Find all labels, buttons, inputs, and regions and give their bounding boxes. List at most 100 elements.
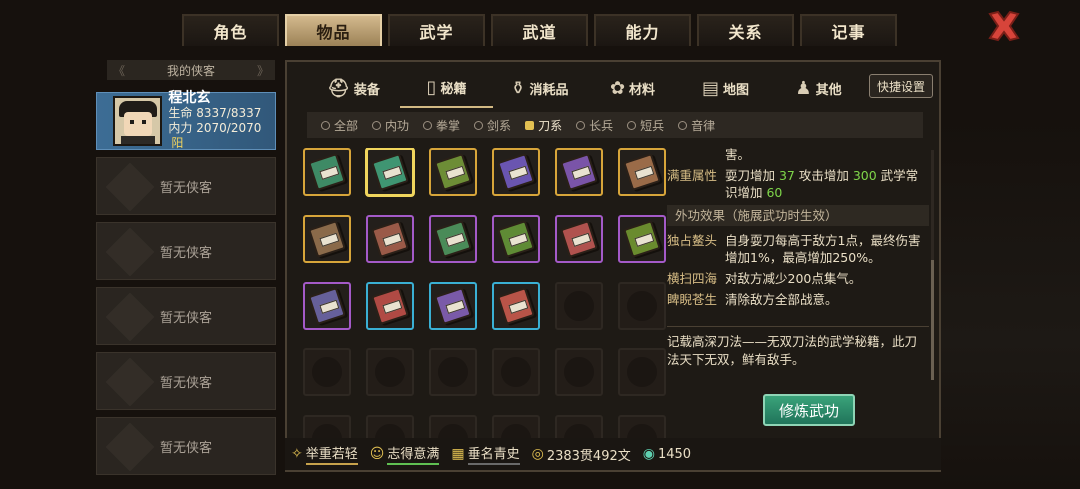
effect-text: 对敌方减少200点集气。 — [725, 271, 862, 286]
filter-neigong[interactable]: 内功 — [372, 117, 409, 134]
hero-card-empty[interactable]: 暂无侠客 — [96, 222, 276, 280]
manual-book-icon — [308, 286, 346, 325]
inventory-panel: ⛑ 装备 ▯ 秘籍 ⚱ 消耗品 ✿ 材料 ▤ 地图 ♟ 其他 快捷设置 全部 内功 拳掌 剑… — [285, 60, 941, 472]
hero-card-active[interactable]: 程北玄 生命 8337/8337 内力 2070/2070阳 — [96, 91, 276, 150]
practice-button[interactable]: 修炼武功 — [763, 394, 855, 426]
filter-short[interactable]: 短兵 — [627, 117, 664, 134]
manual-book-icon — [560, 219, 598, 258]
subtab-equipment[interactable]: ⛑ 装备 — [307, 68, 400, 108]
hero-mp: 内力 2070/2070 — [168, 121, 262, 135]
empty-slot — [618, 348, 666, 397]
item-slot[interactable] — [429, 148, 477, 196]
manual-book-icon — [560, 153, 598, 191]
gem-icon: ◉ — [642, 446, 655, 462]
manual-book-icon — [497, 286, 535, 325]
item-slot[interactable] — [492, 214, 540, 263]
subtab-materials[interactable]: ✿ 材料 — [586, 68, 679, 108]
item-slot[interactable] — [492, 148, 540, 196]
tab-items[interactable]: 物品 — [285, 14, 382, 46]
subtab-maps[interactable]: ▤ 地图 — [679, 68, 772, 108]
manual-book-icon — [434, 219, 472, 258]
filter-sword[interactable]: 剑系 — [474, 117, 511, 134]
item-slot[interactable] — [429, 281, 477, 330]
tab-relations[interactable]: 关系 — [697, 14, 794, 46]
status-gems: ◉ 1450 — [642, 446, 692, 462]
item-slot[interactable] — [492, 281, 540, 330]
hero-hp: 生命 8337/8337 — [168, 106, 262, 120]
tab-martial[interactable]: 武学 — [388, 14, 485, 46]
manual-book-icon — [308, 219, 346, 258]
filter-fist[interactable]: 拳掌 — [423, 117, 460, 134]
status-strength: ✧ 举重若轻 — [291, 443, 358, 465]
empty-slot — [555, 348, 603, 397]
equipment-icon: ⛑ — [327, 77, 350, 99]
manual-book-icon — [371, 286, 409, 325]
subtab-consumables[interactable]: ⚱ 消耗品 — [493, 68, 586, 108]
close-icon[interactable] — [984, 6, 1024, 46]
tab-journal[interactable]: 记事 — [800, 14, 897, 46]
full-attr-label: 满重属性 — [667, 168, 718, 183]
effect-section-title: 外功效果（施展武功时生效） — [667, 205, 929, 226]
effect-name: 独占鳌头 — [667, 233, 718, 248]
item-slot[interactable] — [429, 214, 477, 263]
status-bar: ✧ 举重若轻 ☺ 志得意满 ▦ 垂名青史 ◎ 2383贯492文 ◉ 1450 — [285, 438, 941, 470]
mood-icon: ☺ — [369, 446, 385, 462]
status-money: ◎ 2383贯492文 — [531, 446, 631, 464]
hero-card-empty[interactable]: 暂无侠客 — [96, 352, 276, 410]
strength-icon: ✧ — [291, 446, 303, 462]
item-slot[interactable] — [555, 148, 603, 196]
item-grid — [303, 148, 671, 468]
hero-card-empty[interactable]: 暂无侠客 — [96, 417, 276, 475]
empty-slot — [366, 348, 414, 397]
hero-card-empty[interactable]: 暂无侠客 — [96, 157, 276, 215]
coin-icon: ◎ — [531, 446, 544, 462]
effect-text: 自身耍刀每高于敌方1点，最终伤害增加1%，最高增加250%。 — [725, 233, 921, 265]
tab-role[interactable]: 角色 — [182, 14, 279, 46]
item-slot[interactable] — [366, 214, 414, 263]
filter-blade[interactable]: 刀系 — [525, 117, 562, 134]
empty-slot — [492, 348, 540, 397]
shortcut-settings-button[interactable]: 快捷设置 — [869, 74, 933, 98]
empty-slot — [429, 348, 477, 397]
material-icon: ✿ — [609, 77, 626, 99]
hero-list-header: 《 我的侠客 》 — [107, 60, 275, 80]
effect-name: 横扫四海 — [667, 271, 718, 286]
manual-book-icon — [623, 153, 661, 191]
empty-hero-label: 暂无侠客 — [159, 310, 212, 326]
empty-slot — [555, 281, 603, 330]
top-tab-bar: 角色 物品 武学 武道 能力 关系 记事 — [182, 14, 897, 46]
subtab-manuals[interactable]: ▯ 秘籍 — [400, 68, 493, 108]
item-slot[interactable] — [303, 281, 351, 330]
item-slot[interactable] — [618, 148, 666, 196]
manual-book-icon — [497, 219, 535, 258]
empty-hero-label: 暂无侠客 — [159, 180, 212, 196]
background-mountain — [940, 120, 1080, 489]
tab-ability[interactable]: 能力 — [594, 14, 691, 46]
manual-book-icon — [371, 153, 409, 191]
filter-all[interactable]: 全部 — [321, 117, 358, 134]
subtab-other[interactable]: ♟ 其他 — [772, 68, 865, 108]
empty-hero-label: 暂无侠客 — [159, 440, 212, 456]
manual-book-icon — [497, 153, 535, 191]
next-arrow-icon[interactable]: 》 — [257, 62, 269, 79]
item-slot[interactable] — [618, 214, 666, 263]
item-slot[interactable] — [366, 281, 414, 330]
prev-arrow-icon[interactable]: 《 — [113, 62, 125, 79]
item-slot[interactable] — [366, 148, 414, 196]
filter-music[interactable]: 音律 — [678, 117, 715, 134]
fame-icon: ▦ — [451, 446, 465, 462]
hero-card-empty[interactable]: 暂无侠客 — [96, 287, 276, 345]
filter-polearm[interactable]: 长兵 — [576, 117, 613, 134]
item-slot[interactable] — [303, 148, 351, 196]
manual-book-icon — [623, 219, 661, 258]
manual-icon: ▯ — [426, 76, 437, 98]
category-filter-bar: 全部 内功 拳掌 剑系 刀系 长兵 短兵 音律 — [307, 112, 923, 138]
tab-wudao[interactable]: 武道 — [491, 14, 588, 46]
manual-book-icon — [434, 286, 472, 325]
avatar — [113, 96, 163, 146]
manual-book-icon — [434, 153, 472, 191]
detail-scrollbar[interactable] — [931, 150, 934, 380]
item-slot[interactable] — [555, 214, 603, 263]
item-slot[interactable] — [303, 214, 351, 263]
hero-yang-tag: 阳 — [171, 136, 184, 150]
